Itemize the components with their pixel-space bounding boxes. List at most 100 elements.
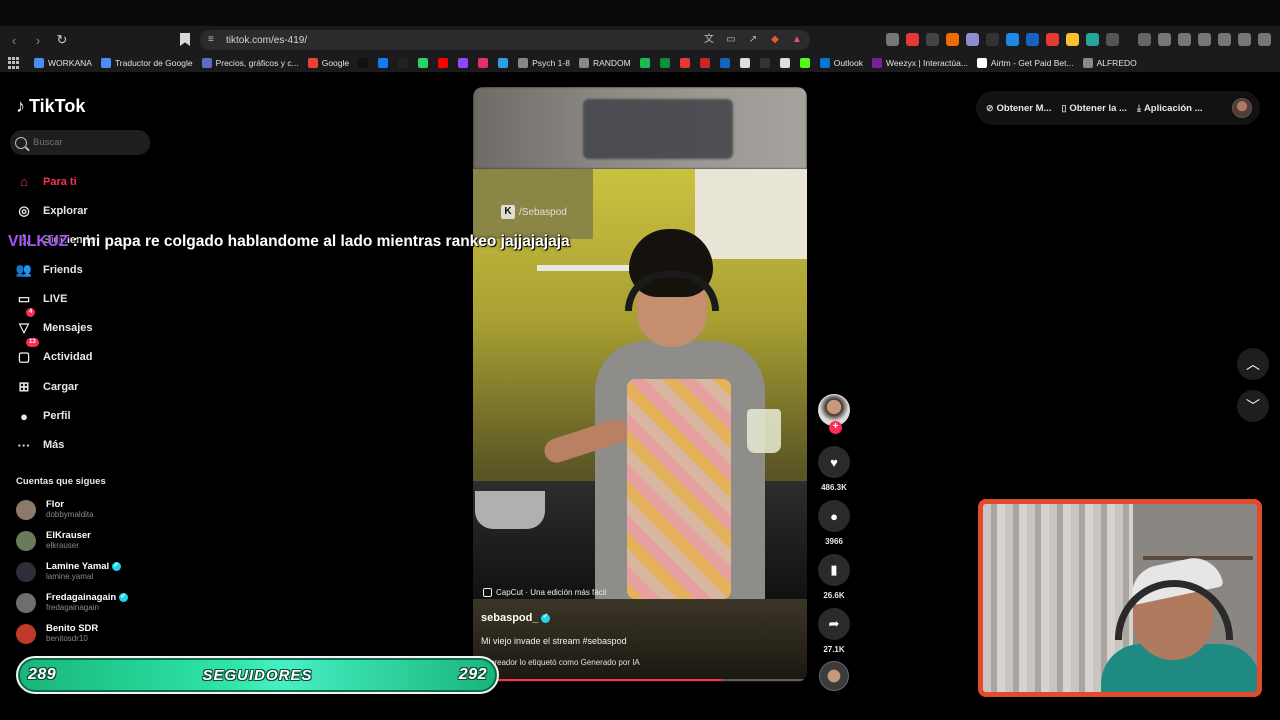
bookmark-item[interactable]: Psych 1-8 [518,58,570,68]
extension-icon[interactable] [1006,33,1019,46]
search-bar[interactable] [10,130,150,155]
next-video-button[interactable]: ﹀ [1237,390,1269,422]
user-avatar[interactable] [1232,98,1252,118]
bookmark-item[interactable] [779,58,794,68]
bookmark-item[interactable] [639,58,654,68]
address-bar[interactable]: ≡ tiktok.com/es-419/ 文 ▭ ↗ ◆ ▲ [200,30,810,50]
followed-account[interactable]: Fredagainagainfredagainagain [16,587,156,618]
menu-icon[interactable] [1258,33,1271,46]
bookmark-favicon-icon [699,58,710,68]
bookmark-item[interactable] [418,58,432,68]
bookmark-item[interactable]: ALFREDO [1082,58,1137,68]
translate-icon[interactable]: 文 [702,33,716,47]
bookmark-item[interactable]: WORKANA [34,58,92,68]
bookmark-favicon-icon [418,58,429,68]
sidebar-item-actividad[interactable]: ▢ 13 Actividad [16,337,156,372]
bookmark-item[interactable]: RANDOM [578,58,631,68]
extension-icon[interactable] [906,33,919,46]
extension-icon[interactable] [1046,33,1059,46]
bookmark-item[interactable]: Weezyx | Interactúa... [872,58,968,68]
bookmark-item[interactable] [799,58,814,68]
site-settings-icon[interactable]: ≡ [208,34,220,46]
bookmark-favicon-icon [659,58,670,68]
like-button[interactable]: ♥ [818,446,850,478]
extension-icon[interactable] [986,33,999,46]
comment-button[interactable]: ● [818,500,850,532]
bookmark-item[interactable]: Precios, gráficos y c... [201,58,299,68]
brave-rewards-icon[interactable]: ▲ [790,33,804,47]
bookmark-item[interactable] [378,58,392,68]
extension-icon[interactable] [1066,33,1079,46]
followed-account[interactable]: Lamine Yamallamine.yamal [16,556,156,587]
bookmark-item[interactable]: Traductor de Google [100,58,193,68]
music-disc[interactable] [819,661,849,691]
bookmark-item[interactable] [739,58,754,68]
extension-icon[interactable] [886,33,899,46]
follow-plus-icon[interactable]: + [829,421,842,434]
bookmark-item[interactable] [398,58,412,68]
bookmark-item[interactable] [699,58,714,68]
bookmark-item[interactable]: Airtm - Get Paid Bet... [976,58,1074,68]
search-input[interactable] [33,137,143,148]
chat-username: VIILKUZ [8,233,69,250]
bookmark-item[interactable] [478,58,492,68]
tiktok-logo[interactable]: ♪ TikTok [16,96,85,117]
bookmark-item[interactable] [659,58,674,68]
bookmark-item[interactable]: Outlook [819,58,863,68]
top-right-button[interactable]: ⤓ Aplicación ... [1137,103,1203,114]
creator-avatar[interactable]: + [818,394,850,434]
bookmark-favicon-icon [478,58,489,68]
sidebar-icon[interactable] [1178,33,1191,46]
capcut-tag[interactable]: CapCut · Una edición más fácil [483,588,606,597]
bookmark-item[interactable] [498,58,512,68]
video-author[interactable]: sebaspod_ [481,612,551,624]
followed-account[interactable]: Benito SDR benitosdr10 [16,618,156,649]
bookmark-item[interactable] [719,58,734,68]
live-icon: ▭ [17,290,31,306]
sidebar-item-live[interactable]: ▭ LIVE [16,284,156,313]
sidebar-item-más[interactable]: ··· Más [16,431,156,460]
followed-account[interactable]: ElKrauser elkrauser [16,525,156,556]
extension-icon[interactable] [1106,33,1119,46]
sidebar-item-perfil[interactable]: ● Perfil [16,401,156,430]
extension-icon[interactable] [1086,33,1099,46]
sidebar-item-friends[interactable]: 👥 Friends [16,255,156,284]
bookmark-item[interactable] [438,58,452,68]
video-progress[interactable] [481,679,807,681]
wallet-icon[interactable] [1198,33,1211,46]
sidebar-item-label: Para ti [43,175,77,188]
reload-icon[interactable]: ↻ [52,30,72,50]
top-right-button[interactable]: ▯ Obtener la ... [1061,103,1127,114]
bookmark-icon: ▮ [830,562,838,577]
vpn-icon[interactable] [1238,33,1251,46]
back-icon[interactable]: ‹ [4,30,24,50]
bookmark-favicon-icon [578,58,589,68]
followed-account[interactable]: Flor dobbymaldita [16,494,156,525]
video-player[interactable]: K /Sebaspod CapCut · Una edición más fác… [473,87,807,682]
extension-icon[interactable] [926,33,939,46]
share-icon[interactable]: ↗ [746,33,760,47]
apps-grid-icon[interactable] [8,57,20,69]
save-button[interactable]: ▮ [818,554,850,586]
top-right-button[interactable]: ⊘ Obtener M... [986,103,1051,114]
bookmark-item[interactable] [358,58,372,68]
forward-icon[interactable]: › [28,30,48,50]
bookmark-item[interactable]: Google [307,58,349,68]
bookmark-item[interactable] [679,58,694,68]
music-icon[interactable] [1158,33,1171,46]
previous-video-button[interactable]: ︿ [1237,348,1269,380]
bookmark-item[interactable] [458,58,472,68]
extension-icon[interactable] [946,33,959,46]
extensions-menu-icon[interactable] [1138,33,1151,46]
sidebar-item-para-ti[interactable]: ⌂ Para ti [16,167,156,196]
sidebar-item-cargar[interactable]: ⊞ Cargar [16,372,156,401]
extension-icon[interactable] [966,33,979,46]
sidebar-item-explorar[interactable]: ◎ Explorar [16,196,156,225]
share-button[interactable]: ➦ [818,608,850,640]
leo-ai-icon[interactable] [1218,33,1231,46]
extension-icon[interactable] [1026,33,1039,46]
cast-icon[interactable]: ▭ [724,33,738,47]
bookmark-favicon-icon [1082,58,1093,68]
bookmark-item[interactable] [759,58,774,68]
brave-shield-icon[interactable]: ◆ [768,33,782,47]
